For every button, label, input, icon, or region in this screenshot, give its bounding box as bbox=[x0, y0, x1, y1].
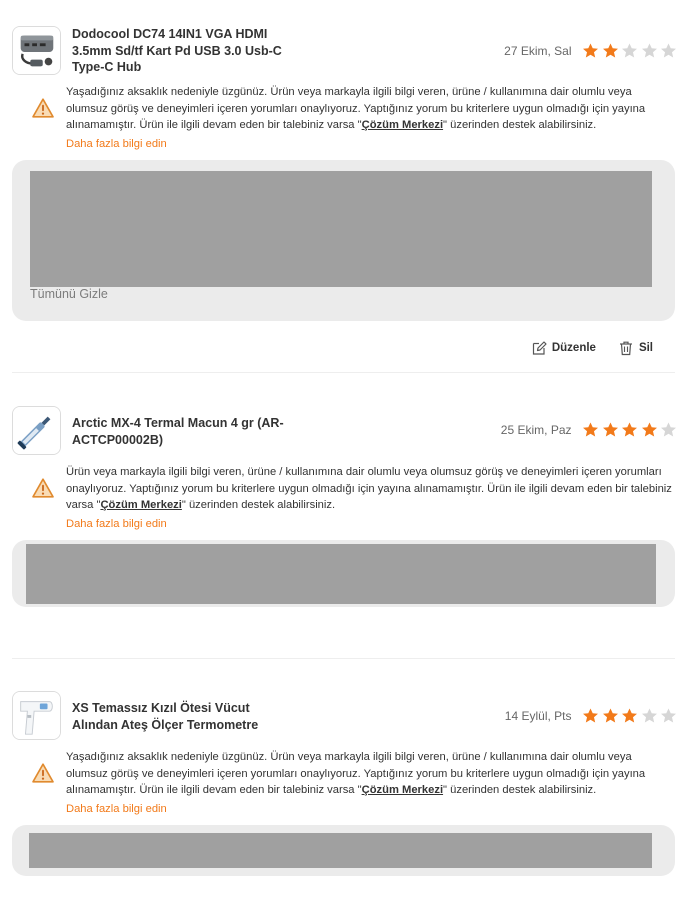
star-filled-icon bbox=[621, 707, 638, 724]
product-name[interactable]: XS Temassız Kızıl Ötesi Vücut Alından At… bbox=[72, 700, 287, 733]
review-card: Dodocool DC74 14IN1 VGA HDMI 3.5mm Sd/tf… bbox=[0, 0, 699, 372]
divider bbox=[12, 658, 675, 659]
moderation-message: Ürün veya markayla ilgili bilgi veren, ü… bbox=[66, 464, 676, 514]
moderation-message: Yaşadığınız aksaklık nedeniyle üzgünüz. … bbox=[66, 84, 676, 134]
star-rating bbox=[580, 42, 678, 59]
star-empty-icon bbox=[660, 42, 677, 59]
edit-icon bbox=[531, 340, 547, 356]
solution-center-link[interactable]: Çözüm Merkezi bbox=[362, 119, 443, 131]
star-filled-icon bbox=[582, 707, 599, 724]
delete-label: Sil bbox=[638, 342, 653, 354]
warning-icon bbox=[32, 478, 54, 498]
star-filled-icon bbox=[602, 707, 619, 724]
review-card: XS Temassız Kızıl Ötesi Vücut Alından At… bbox=[0, 665, 699, 900]
moderation-message: Yaşadığınız aksaklık nedeniyle üzgünüz. … bbox=[66, 749, 676, 799]
star-filled-icon bbox=[582, 42, 599, 59]
product-name[interactable]: Arctic MX-4 Termal Macun 4 gr (AR-ACTCP0… bbox=[72, 415, 287, 448]
star-filled-icon bbox=[602, 421, 619, 438]
infrared-thermometer-icon bbox=[13, 692, 60, 739]
learn-more-link[interactable]: Daha fazla bilgi edin bbox=[66, 803, 167, 815]
review-date: 14 Eylül, Pts bbox=[504, 708, 572, 723]
review-content-panel bbox=[12, 540, 675, 607]
star-filled-icon bbox=[582, 421, 599, 438]
review-content-panel: Tümünü Gizle bbox=[12, 160, 675, 321]
review-date: 25 Ekim, Paz bbox=[500, 422, 572, 437]
warning-icon bbox=[32, 763, 54, 783]
trash-icon bbox=[618, 340, 634, 356]
hide-all-button[interactable]: Tümünü Gizle bbox=[30, 287, 108, 301]
learn-more-link[interactable]: Daha fazla bilgi edin bbox=[66, 138, 167, 150]
star-empty-icon bbox=[621, 42, 638, 59]
product-thumbnail[interactable] bbox=[12, 406, 61, 455]
delete-button[interactable]: Sil bbox=[618, 340, 653, 356]
divider bbox=[12, 372, 675, 373]
star-empty-icon bbox=[641, 42, 658, 59]
warning-icon bbox=[32, 98, 54, 118]
usb-hub-icon bbox=[13, 27, 60, 74]
message-text-end: " üzerinden destek alabilirsiniz. bbox=[443, 119, 597, 131]
star-empty-icon bbox=[660, 707, 677, 724]
star-rating bbox=[580, 707, 678, 724]
message-text-end: " üzerinden destek alabilirsiniz. bbox=[181, 499, 336, 511]
solution-center-link[interactable]: Çözüm Merkezi bbox=[100, 499, 181, 511]
redacted-review-image bbox=[29, 833, 652, 868]
thermal-paste-syringe-icon bbox=[13, 407, 60, 454]
redacted-review-image bbox=[26, 544, 656, 604]
solution-center-link[interactable]: Çözüm Merkezi bbox=[362, 784, 443, 796]
star-filled-icon bbox=[641, 421, 658, 438]
product-thumbnail[interactable] bbox=[12, 26, 61, 75]
review-card: Arctic MX-4 Termal Macun 4 gr (AR-ACTCP0… bbox=[0, 380, 699, 650]
redacted-review-image bbox=[30, 171, 652, 287]
learn-more-link[interactable]: Daha fazla bilgi edin bbox=[66, 518, 167, 530]
star-rating bbox=[580, 421, 678, 438]
product-thumbnail[interactable] bbox=[12, 691, 61, 740]
star-empty-icon bbox=[660, 421, 677, 438]
edit-label: Düzenle bbox=[551, 342, 596, 354]
product-name[interactable]: Dodocool DC74 14IN1 VGA HDMI 3.5mm Sd/tf… bbox=[72, 26, 287, 76]
star-filled-icon bbox=[602, 42, 619, 59]
star-filled-icon bbox=[621, 421, 638, 438]
star-empty-icon bbox=[641, 707, 658, 724]
message-text-end: " üzerinden destek alabilirsiniz. bbox=[443, 784, 597, 796]
edit-button[interactable]: Düzenle bbox=[531, 340, 596, 356]
review-date: 27 Ekim, Sal bbox=[504, 43, 572, 58]
review-content-panel bbox=[12, 825, 675, 876]
